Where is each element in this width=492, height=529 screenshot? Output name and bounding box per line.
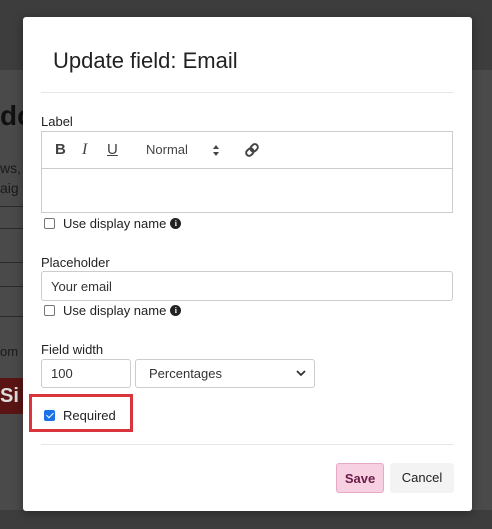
label-editor-body[interactable]	[42, 169, 452, 212]
update-field-modal: Update field: Email Label B I U Normal U…	[23, 17, 472, 511]
use-display-name-checkbox[interactable]	[44, 218, 55, 229]
required-label: Required	[63, 408, 116, 423]
underline-button[interactable]: U	[107, 132, 118, 168]
required-option[interactable]: Required	[44, 408, 116, 423]
save-button[interactable]: Save	[336, 463, 384, 493]
bold-button[interactable]: B	[55, 132, 66, 168]
label-field-label: Label	[41, 114, 73, 129]
placeholder-field-label: Placeholder	[41, 255, 110, 270]
label-use-display-name[interactable]: Use display name i	[44, 216, 182, 231]
editor-toolbar: B I U Normal	[42, 132, 452, 169]
use-display-name-checkbox[interactable]	[44, 305, 55, 316]
italic-button[interactable]: I	[82, 132, 87, 168]
background-text: om	[0, 344, 19, 359]
use-display-name-label: Use display name	[63, 303, 167, 318]
text-size-arrows-icon[interactable]	[212, 132, 220, 168]
field-width-unit-value: Percentages	[149, 366, 222, 381]
required-checkbox[interactable]	[44, 410, 55, 421]
chevron-down-icon	[296, 368, 306, 380]
link-icon[interactable]	[244, 132, 260, 168]
placeholder-input[interactable]: Your email	[41, 271, 453, 301]
text-size-dropdown[interactable]: Normal	[146, 132, 188, 168]
field-width-input[interactable]: 100	[41, 359, 131, 388]
field-width-unit-select[interactable]: Percentages	[135, 359, 315, 388]
footer-divider	[41, 444, 454, 445]
background-text: aig	[0, 180, 19, 196]
cancel-button[interactable]: Cancel	[390, 463, 454, 493]
label-rich-text-editor: B I U Normal	[41, 131, 453, 213]
header-divider	[41, 92, 454, 93]
field-width-label: Field width	[41, 342, 104, 357]
use-display-name-label: Use display name	[63, 216, 167, 231]
info-icon[interactable]: i	[170, 305, 182, 316]
modal-title: Update field: Email	[53, 48, 238, 73]
info-icon[interactable]: i	[170, 218, 182, 229]
placeholder-use-display-name[interactable]: Use display name i	[44, 303, 182, 318]
background-text: ws,	[0, 160, 21, 176]
